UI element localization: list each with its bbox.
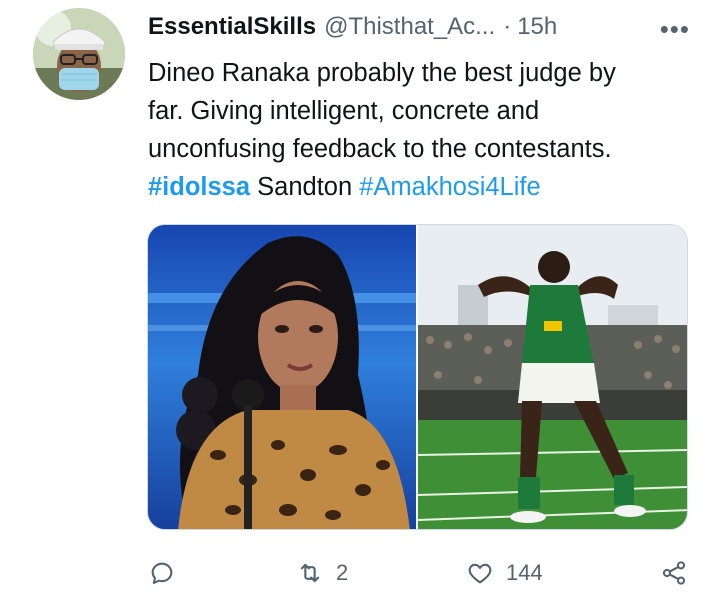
tweet-text-line-3: unconfusing feedback to the contestants. [148,135,612,163]
plain-word-sandton: Sandton [250,173,360,201]
media-photo-rugby[interactable] [418,225,687,529]
hashtag-amakhosi4life[interactable]: #Amakhosi4Life [359,173,540,201]
timestamp[interactable]: 15h [517,13,557,41]
retweet-button[interactable]: 2 [296,553,348,593]
more-icon[interactable]: ••• [660,14,690,45]
like-button[interactable]: 144 [466,553,543,593]
retweet-icon [300,563,320,583]
share-button[interactable] [660,553,688,593]
tweet-header: EssentialSkills @Thisthat_Ac... · 15h ••… [148,8,700,46]
hashtag-idolssa[interactable]: #idolssa [148,173,250,201]
tweet-text-line-2: far. Giving intelligent, concrete and [148,97,540,125]
media-photo-judge[interactable] [148,225,416,529]
reply-button[interactable] [148,553,188,593]
judge-photo-illustration [148,225,416,529]
tweet-actions: 2 144 [148,553,693,593]
tweet-text-line-1: Dineo Ranaka probably the best judge by [148,59,616,87]
share-icon [662,561,686,585]
tweet-text-line-4: #idolssa Sandton #Amakhosi4Life [148,168,708,206]
retweet-count: 2 [336,560,349,585]
avatar[interactable] [33,8,125,100]
like-icon [468,563,492,584]
avatar-image [33,8,125,100]
rugby-photo-illustration [418,225,687,529]
display-name[interactable]: EssentialSkills [148,13,316,41]
tweet-media[interactable] [147,224,688,530]
reply-icon [151,562,173,584]
like-count: 144 [506,560,543,585]
tweet-text: Dineo Ranaka probably the best judge by … [148,54,708,206]
separator-dot: · [503,13,512,40]
user-handle[interactable]: @Thisthat_Ac... [324,13,495,41]
